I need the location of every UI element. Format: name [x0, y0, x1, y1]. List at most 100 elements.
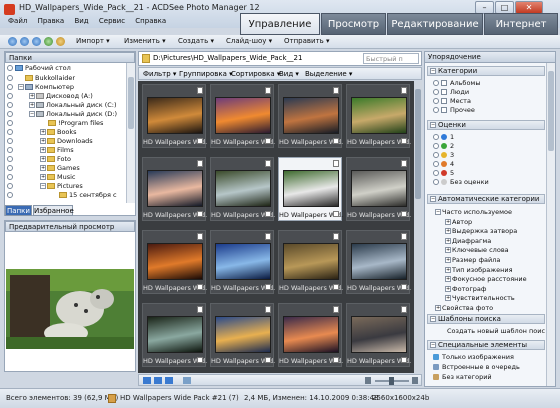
folder-check-icon[interactable]: [7, 192, 13, 198]
thumbnail-checkbox[interactable]: [401, 284, 407, 290]
thumbnail-item[interactable]: HD Wallpapers Wid...: [142, 230, 207, 294]
thumbnail-item[interactable]: HD Wallpapers Wid...: [210, 84, 275, 148]
tree-node[interactable]: − Компьютер: [7, 83, 74, 92]
zoom-out-icon[interactable]: [365, 377, 371, 384]
tree-node[interactable]: + Дисковод (A:): [7, 92, 93, 101]
filter-menu[interactable]: Фильтр ▾: [143, 70, 176, 78]
grid-scrollbar[interactable]: [414, 81, 422, 373]
expand-icon[interactable]: +: [445, 257, 451, 263]
thumbnail-checkbox[interactable]: [333, 211, 339, 217]
tree-node[interactable]: − Pictures: [7, 182, 83, 191]
thumbnail-checkbox[interactable]: [333, 357, 339, 363]
tree-node[interactable]: + Downloads: [7, 137, 93, 146]
collapse-icon[interactable]: −: [430, 68, 436, 74]
expand-icon[interactable]: +: [435, 305, 441, 311]
scroll-thumb[interactable]: [548, 71, 554, 151]
folder-check-icon[interactable]: [7, 129, 13, 135]
tree-node[interactable]: + Films: [7, 146, 74, 155]
tab-favorites[interactable]: Избранное: [33, 205, 74, 216]
category-check-icon[interactable]: [433, 89, 439, 95]
filmstrip-icon[interactable]: [183, 377, 191, 384]
thumbnail-checkbox[interactable]: [197, 211, 203, 217]
thumbnail-item[interactable]: HD Wallpapers Wid...: [142, 303, 207, 367]
collapse-icon[interactable]: −: [18, 84, 24, 90]
tree-node[interactable]: + Books: [7, 128, 77, 137]
thumbnail-checkbox[interactable]: [197, 357, 203, 363]
category-item[interactable]: Места: [433, 97, 471, 105]
create-search-template-link[interactable]: Создать новый шаблон поис: [447, 327, 545, 335]
rating-item[interactable]: 4: [433, 160, 454, 168]
special-items-header[interactable]: − Специальные элементы: [427, 340, 545, 350]
tree-node[interactable]: Рабочий стол: [7, 64, 71, 73]
menu-tools[interactable]: Сервис: [99, 17, 125, 25]
auto-category-item[interactable]: + Ключевые слова: [445, 246, 509, 254]
tree-node[interactable]: + Music: [7, 173, 76, 182]
folder-check-icon[interactable]: [7, 165, 13, 171]
thumbnail-checkbox[interactable]: [265, 211, 271, 217]
thumbnail-item[interactable]: HD Wallpapers Wid...: [210, 230, 275, 294]
thumbnail-checkbox[interactable]: [197, 138, 203, 144]
folder-check-icon[interactable]: [7, 93, 13, 99]
auto-category-item[interactable]: + Размер файла: [445, 256, 500, 264]
collapse-icon[interactable]: −: [29, 111, 35, 117]
expand-icon[interactable]: +: [29, 102, 35, 108]
expand-icon[interactable]: +: [445, 247, 451, 254]
thumbnail-item[interactable]: HD Wallpapers Wid...: [346, 157, 411, 221]
menu-file[interactable]: Файл: [8, 17, 27, 25]
category-check-icon[interactable]: [433, 98, 439, 104]
tree-node[interactable]: − Локальный диск (D:): [7, 110, 117, 119]
category-item[interactable]: Прочее: [433, 106, 475, 114]
expand-icon[interactable]: +: [40, 174, 46, 180]
thumbnail-checkbox[interactable]: [401, 138, 407, 144]
rating-check-icon[interactable]: [433, 170, 439, 176]
expand-icon[interactable]: +: [445, 266, 451, 273]
view-thumbnails-icon[interactable]: [143, 377, 151, 384]
expand-icon[interactable]: +: [445, 295, 451, 302]
thumbnail-item[interactable]: HD Wallpapers Wid...: [278, 157, 343, 221]
auto-category-item[interactable]: + Выдержка затвора: [445, 227, 517, 235]
auto-category-item[interactable]: − Часто используемое: [435, 208, 512, 216]
thumbnail-checkbox[interactable]: [265, 138, 271, 144]
folder-check-icon[interactable]: [7, 75, 13, 81]
rating-check-icon[interactable]: [433, 143, 439, 149]
forward-icon[interactable]: [20, 37, 29, 46]
sort-menu[interactable]: Сортировка ▾: [231, 70, 280, 78]
special-item[interactable]: Встроенные в очередь: [433, 363, 520, 371]
category-checkbox[interactable]: [441, 98, 447, 104]
expand-icon[interactable]: +: [40, 165, 46, 171]
back-icon[interactable]: [8, 37, 17, 46]
ratings-header[interactable]: − Оценки: [427, 120, 545, 130]
thumbnail-checkbox[interactable]: [197, 284, 203, 290]
thumbnail-checkbox[interactable]: [265, 284, 271, 290]
auto-categories-header[interactable]: − Автоматические категории: [427, 194, 545, 204]
expand-icon[interactable]: +: [29, 93, 35, 99]
import-menu[interactable]: Импорт ▾: [76, 37, 110, 45]
tree-node[interactable]: + Games: [7, 164, 80, 173]
collapse-icon[interactable]: −: [40, 183, 46, 189]
tree-node[interactable]: 15 сентября с: [7, 191, 117, 200]
rating-item[interactable]: 1: [433, 133, 454, 141]
expand-icon[interactable]: +: [445, 218, 451, 225]
group-menu[interactable]: Группировка ▾: [179, 70, 233, 78]
expand-icon[interactable]: +: [445, 237, 451, 244]
category-checkbox[interactable]: [441, 80, 447, 86]
change-menu[interactable]: Изменить ▾: [124, 37, 166, 45]
expand-icon[interactable]: +: [40, 129, 46, 135]
scroll-thumb[interactable]: [415, 89, 421, 199]
mode-tab-online[interactable]: Интернет: [484, 13, 558, 35]
rating-check-icon[interactable]: [433, 152, 439, 158]
view-list-icon[interactable]: [165, 377, 173, 384]
mode-tab-edit[interactable]: Редактирование: [387, 13, 483, 35]
expand-icon[interactable]: +: [40, 147, 46, 153]
mode-tab-view[interactable]: Просмотр: [321, 13, 386, 35]
folder-check-icon[interactable]: [7, 183, 13, 189]
folder-check-icon[interactable]: [7, 138, 13, 144]
refresh-icon[interactable]: [56, 37, 65, 46]
special-item[interactable]: Только изображения: [433, 353, 514, 361]
category-item[interactable]: Альбомы: [433, 79, 480, 87]
view-details-icon[interactable]: [154, 377, 162, 384]
rating-item[interactable]: 5: [433, 169, 454, 177]
folder-check-icon[interactable]: [7, 111, 13, 117]
folder-check-icon[interactable]: [7, 156, 13, 162]
auto-category-item[interactable]: + Фокусное расстояние: [445, 275, 527, 283]
